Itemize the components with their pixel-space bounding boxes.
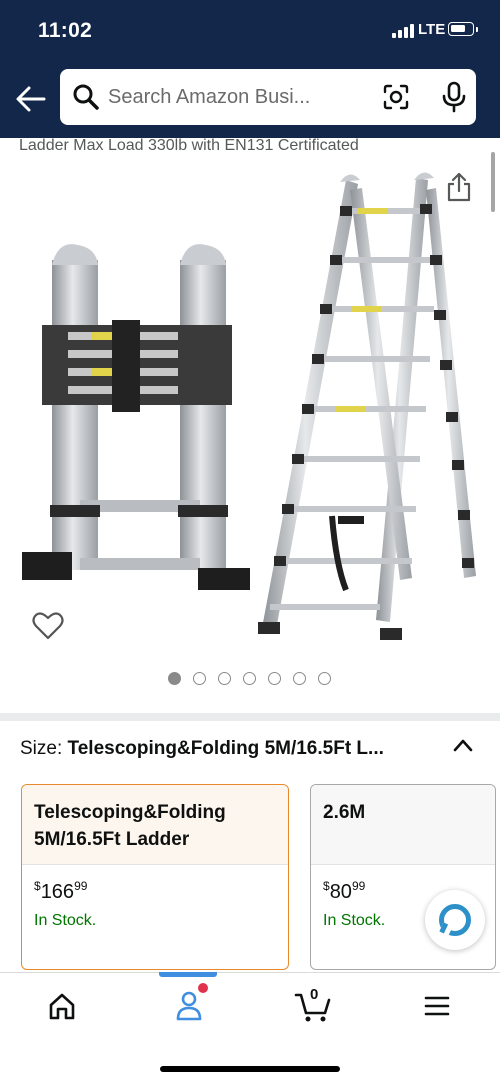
option-price: $8099 bbox=[323, 879, 366, 903]
cart-count: 0 bbox=[310, 986, 319, 1003]
search-input[interactable] bbox=[108, 79, 378, 115]
pagination-dot[interactable] bbox=[293, 672, 306, 685]
nav-active-indicator bbox=[159, 972, 217, 977]
status-time: 11:02 bbox=[38, 19, 93, 42]
stock-status: In Stock. bbox=[323, 912, 386, 929]
signal-icon bbox=[392, 24, 414, 38]
app-header: 11:02 LTE bbox=[0, 0, 500, 138]
back-arrow-icon[interactable] bbox=[14, 82, 48, 116]
heart-icon[interactable] bbox=[32, 611, 64, 641]
pagination-dot[interactable] bbox=[218, 672, 231, 685]
stock-status: In Stock. bbox=[34, 912, 97, 929]
size-option-card[interactable]: Telescoping&Folding 5M/16.5Ft Ladder $16… bbox=[21, 784, 289, 970]
pagination-dot[interactable] bbox=[168, 672, 181, 685]
camera-scan-icon[interactable] bbox=[382, 83, 410, 111]
pagination-dot[interactable] bbox=[193, 672, 206, 685]
home-icon[interactable] bbox=[48, 988, 76, 1024]
size-value: Telescoping&Folding 5M/16.5Ft L... bbox=[67, 738, 384, 759]
chevron-up-icon[interactable] bbox=[452, 736, 474, 754]
battery-icon bbox=[448, 22, 474, 36]
image-pagination[interactable] bbox=[168, 672, 331, 685]
size-label: Size: bbox=[20, 738, 63, 759]
status-bar: 11:02 LTE bbox=[0, 0, 500, 60]
share-icon[interactable] bbox=[446, 172, 472, 202]
pagination-dot[interactable] bbox=[243, 672, 256, 685]
network-type: LTE bbox=[418, 21, 446, 38]
product-image[interactable] bbox=[0, 160, 500, 708]
menu-icon[interactable] bbox=[424, 988, 450, 1024]
option-name: 2.6M bbox=[323, 802, 366, 823]
option-name: Telescoping&Folding 5M/16.5Ft Ladder bbox=[34, 802, 226, 850]
product-title: Ladder Max Load 330lb with EN131 Certifi… bbox=[19, 137, 359, 154]
account-icon[interactable] bbox=[175, 988, 203, 1024]
size-selector[interactable]: Size: Telescoping&Folding 5M/16.5Ft L... bbox=[20, 738, 420, 760]
section-divider bbox=[0, 713, 500, 721]
search-icon bbox=[73, 84, 99, 110]
pagination-dot[interactable] bbox=[268, 672, 281, 685]
option-price: $16699 bbox=[34, 879, 88, 903]
microphone-icon[interactable] bbox=[440, 81, 468, 113]
home-indicator bbox=[160, 1066, 340, 1072]
notification-dot bbox=[198, 983, 208, 993]
assistant-button[interactable] bbox=[425, 890, 485, 950]
pagination-dot[interactable] bbox=[318, 672, 331, 685]
search-bar[interactable] bbox=[60, 69, 476, 125]
